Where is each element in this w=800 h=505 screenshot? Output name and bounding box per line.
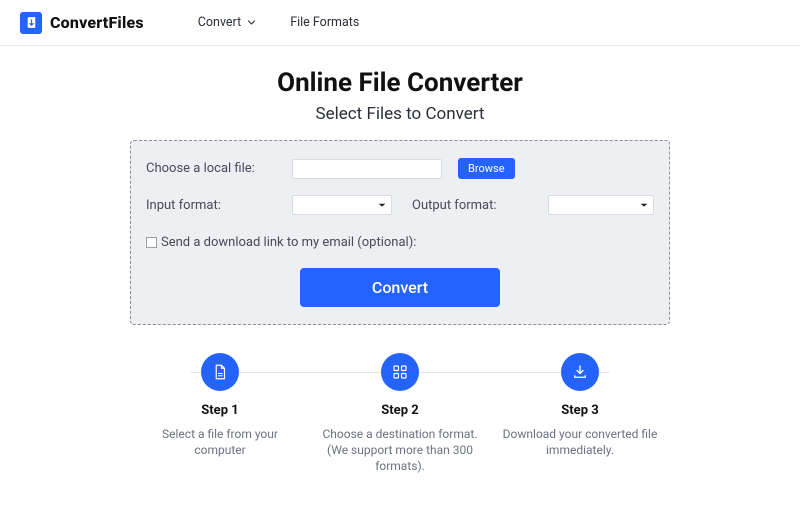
browse-button-label: Browse [468, 162, 505, 175]
step-3-title: Step 3 [561, 403, 598, 418]
download-icon [561, 353, 599, 391]
page-subtitle: Select Files to Convert [0, 104, 800, 124]
step-3-desc: Download your converted file immediately… [496, 426, 664, 458]
header: ConvertFiles Convert File Formats [0, 0, 800, 46]
input-format-select[interactable] [292, 195, 392, 215]
step-3: Step 3 Download your converted file imme… [490, 353, 670, 475]
chevron-down-icon [247, 18, 256, 27]
brand-logo-icon [20, 12, 42, 34]
browse-button[interactable]: Browse [458, 158, 515, 179]
nav-convert-label: Convert [198, 15, 241, 30]
choose-file-label: Choose a local file: [146, 161, 276, 176]
output-format-label: Output format: [412, 198, 497, 213]
brand[interactable]: ConvertFiles [20, 12, 144, 34]
nav-convert[interactable]: Convert [198, 15, 256, 30]
convert-button-label: Convert [372, 278, 428, 297]
steps: Step 1 Select a file from your computer … [130, 353, 670, 475]
file-icon [201, 353, 239, 391]
step-2: Step 2 Choose a destination format. (We … [310, 353, 490, 475]
email-checkbox[interactable] [146, 237, 157, 248]
email-checkbox-label: Send a download link to my email (option… [161, 235, 416, 250]
step-1: Step 1 Select a file from your computer [130, 353, 310, 475]
nav: Convert File Formats [198, 15, 360, 30]
page-title: Online File Converter [0, 68, 800, 98]
convert-button[interactable]: Convert [300, 268, 500, 307]
nav-file-formats-label: File Formats [290, 15, 359, 30]
step-2-title: Step 2 [381, 403, 418, 418]
brand-text: ConvertFiles [50, 13, 144, 32]
output-format-select[interactable] [548, 195, 654, 215]
grid-icon [381, 353, 419, 391]
chevron-down-icon [639, 200, 649, 210]
file-path-input[interactable] [292, 159, 442, 179]
input-format-label: Input format: [146, 198, 276, 213]
nav-file-formats[interactable]: File Formats [290, 15, 359, 30]
converter-form: Choose a local file: Browse Input format… [130, 140, 670, 325]
chevron-down-icon [377, 200, 387, 210]
step-2-desc: Choose a destination format. (We support… [316, 426, 484, 475]
step-1-title: Step 1 [201, 403, 238, 418]
step-1-desc: Select a file from your computer [136, 426, 304, 458]
